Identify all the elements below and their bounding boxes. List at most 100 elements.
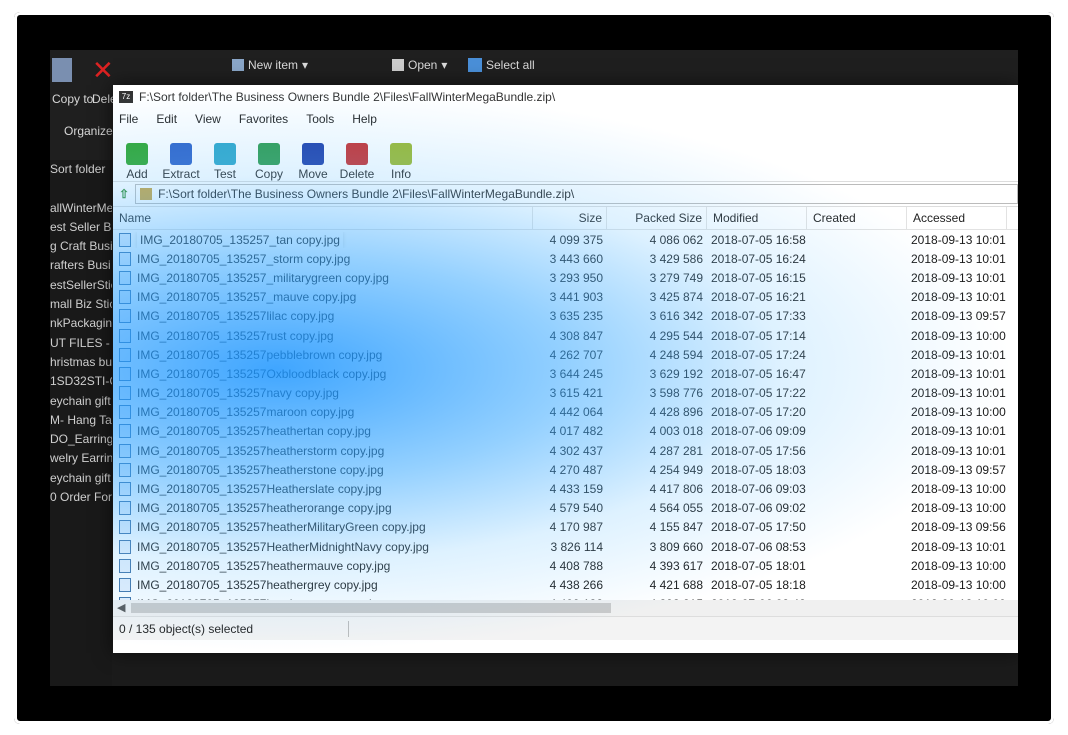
scrollbar-thumb[interactable] (131, 603, 611, 613)
cell-name: IMG_20180705_135257heatherorange copy.jp… (113, 501, 533, 516)
nav-item[interactable]: g Craft Busi (50, 237, 112, 256)
table-row[interactable]: IMG_20180705_135257_mauve copy.jpg 3 441 … (113, 288, 1018, 307)
table-row[interactable]: IMG_20180705_135257heatherorange copy.jp… (113, 499, 1018, 518)
cell-packed-size: 4 248 594 (649, 347, 703, 362)
cell-accessed: 2018-09-13 10:00 (911, 328, 1006, 343)
cell-name: IMG_20180705_135257HeatherMidnightNavy c… (113, 539, 533, 554)
cell-modified: 2018-07-05 18:03 (711, 462, 806, 477)
nav-item[interactable]: estSellerStic (50, 276, 112, 295)
cell-accessed: 2018-09-13 10:00 (911, 501, 1006, 516)
menu-item-help[interactable]: Help (352, 112, 377, 126)
toolbar-add-button[interactable]: Add (119, 143, 155, 181)
open-button[interactable]: Open ▾ (392, 58, 447, 72)
nav-item[interactable]: rafters Busi (50, 256, 112, 275)
delete-icon (346, 143, 368, 165)
nav-item[interactable]: eychain gift (50, 392, 112, 411)
menu-item-tools[interactable]: Tools (306, 112, 334, 126)
horizontal-scrollbar[interactable]: ◀ (113, 600, 1018, 616)
table-row[interactable]: IMG_20180705_135257heathergrey copy.jpg 4… (113, 575, 1018, 594)
cell-size: 3 441 903 (549, 290, 603, 305)
table-row[interactable]: IMG_20180705_135257maroon copy.jpg 4 442 … (113, 403, 1018, 422)
add-icon (126, 143, 148, 165)
table-row[interactable]: IMG_20180705_135257_storm copy.jpg 3 443 … (113, 249, 1018, 268)
header-size[interactable]: Size (533, 207, 607, 229)
cell-size: 4 262 707 (549, 347, 603, 362)
image-file-icon (119, 482, 131, 497)
cell-modified: 2018-07-05 18:18 (711, 577, 806, 592)
table-row[interactable]: IMG_20180705_135257heatherstone copy.jpg… (113, 460, 1018, 479)
table-row[interactable]: IMG_20180705_135257lilac copy.jpg 3 635 2… (113, 307, 1018, 326)
table-row[interactable]: IMG_20180705_135257pebblebrown copy.jpg 4… (113, 345, 1018, 364)
cell-name: IMG_20180705_135257rust copy.jpg (113, 328, 533, 343)
cell-size: 4 579 540 (549, 501, 603, 516)
nav-item[interactable] (50, 179, 112, 198)
cell-modified: 2018-07-06 08:53 (711, 539, 806, 554)
table-row[interactable]: IMG_20180705_135257heatherstorm copy.jpg… (113, 441, 1018, 460)
cell-size: 3 635 235 (549, 309, 603, 324)
header-modified[interactable]: Modified (707, 207, 807, 229)
cell-packed-size: 4 393 617 (649, 558, 703, 573)
zip-icon (140, 188, 153, 200)
cell-name: IMG_20180705_135257maroon copy.jpg (113, 405, 533, 420)
table-row[interactable]: IMG_20180705_135257HeatherMidnightNavy c… (113, 537, 1018, 556)
toolbar-test-button[interactable]: Test (207, 143, 243, 181)
file-name: IMG_20180705_135257_storm copy.jpg (137, 251, 351, 266)
table-row[interactable]: IMG_20180705_135257_tan copy.jpg 4 099 37… (113, 230, 1018, 249)
image-file-icon (119, 539, 131, 554)
header-name[interactable]: Name (113, 207, 533, 229)
nav-item[interactable]: M- Hang Ta (50, 411, 112, 430)
nav-item[interactable]: UT FILES - S (50, 334, 112, 353)
nav-item[interactable]: mall Biz Stic (50, 295, 112, 314)
cell-packed-size: 4 254 949 (649, 462, 703, 477)
nav-item[interactable]: Sort folder (50, 160, 112, 179)
toolbar-delete-button[interactable]: Delete (339, 143, 375, 181)
nav-item[interactable]: eychain gift (50, 469, 112, 488)
nav-item[interactable]: 1SD32STI-CH (50, 372, 112, 391)
scroll-left-icon[interactable]: ◀ (117, 601, 125, 614)
cell-modified: 2018-07-05 17:56 (711, 443, 806, 458)
nav-item[interactable]: hristmas bu (50, 353, 112, 372)
table-row[interactable]: IMG_20180705_135257heatherMilitaryGreen … (113, 518, 1018, 537)
table-row[interactable]: IMG_20180705_135257heathermauve copy.jpg… (113, 556, 1018, 575)
table-row[interactable]: IMG_20180705_135257Oxbloodblack copy.jpg… (113, 364, 1018, 383)
menu-item-edit[interactable]: Edit (156, 112, 177, 126)
cell-size: 3 644 245 (549, 366, 603, 381)
select-all-button[interactable]: Select all (468, 58, 535, 72)
up-folder-icon[interactable]: ⇧ (119, 187, 129, 201)
table-row[interactable]: IMG_20180705_135257heathertan copy.jpg 4 … (113, 422, 1018, 441)
nav-item[interactable]: 0 Order Forr (50, 488, 112, 507)
nav-item[interactable]: allWinterMe (50, 199, 112, 218)
copy-to-button[interactable]: Copy to (52, 58, 93, 106)
toolbar-info-button[interactable]: Info (383, 143, 419, 181)
table-row[interactable]: IMG_20180705_135257Heatherslate copy.jpg… (113, 479, 1018, 498)
cell-name: IMG_20180705_135257heatherstorm copy.jpg (113, 443, 533, 458)
header-packed-size[interactable]: Packed Size (607, 207, 707, 229)
table-row[interactable]: IMG_20180705_135257navy copy.jpg 3 615 42… (113, 384, 1018, 403)
cell-packed-size: 3 279 749 (649, 270, 703, 285)
nav-item[interactable]: welry Earrin (50, 449, 112, 468)
cell-accessed: 2018-09-13 09:57 (911, 309, 1006, 324)
header-accessed[interactable]: Accessed (907, 207, 1007, 229)
address-input[interactable]: F:\Sort folder\The Business Owners Bundl… (135, 184, 1018, 204)
menu-item-file[interactable]: File (119, 112, 138, 126)
file-name: IMG_20180705_135257heatherMilitaryGreen … (137, 520, 426, 535)
header-created[interactable]: Created (807, 207, 907, 229)
nav-item[interactable]: est Seller Bu (50, 218, 112, 237)
menu-item-view[interactable]: View (195, 112, 221, 126)
cell-accessed: 2018-09-13 10:00 (911, 405, 1006, 420)
new-item-button[interactable]: New item ▾ (232, 58, 308, 72)
nav-item[interactable]: nkPackagin (50, 314, 112, 333)
cell-size: 4 433 159 (549, 482, 603, 497)
move-icon (302, 143, 324, 165)
toolbar-move-button[interactable]: Move (295, 143, 331, 181)
cell-packed-size: 4 003 018 (649, 424, 703, 439)
toolbar-extract-button[interactable]: Extract (162, 143, 200, 181)
menu-item-favorites[interactable]: Favorites (239, 112, 288, 126)
cell-name: IMG_20180705_135257navy copy.jpg (113, 386, 533, 401)
toolbar-copy-button[interactable]: Copy (251, 143, 287, 181)
table-row[interactable]: IMG_20180705_135257rust copy.jpg 4 308 84… (113, 326, 1018, 345)
nav-item[interactable]: DO_Earring C (50, 430, 112, 449)
cell-accessed: 2018-09-13 10:00 (911, 558, 1006, 573)
cell-size: 4 308 847 (549, 328, 603, 343)
table-row[interactable]: IMG_20180705_135257_militarygreen copy.j… (113, 268, 1018, 287)
